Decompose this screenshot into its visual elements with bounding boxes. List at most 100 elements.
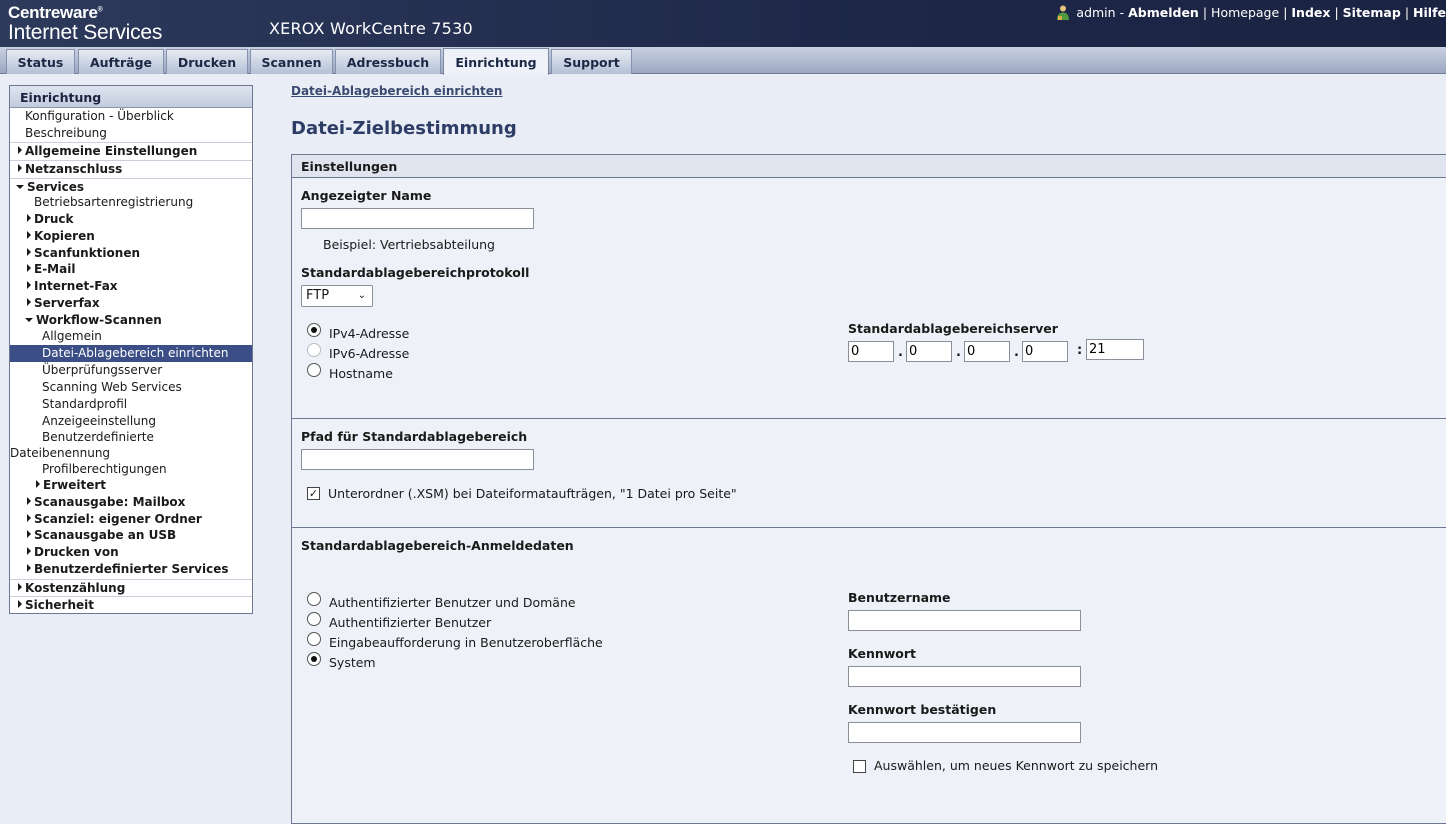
sidebar-item-label: Scanfunktionen [34, 246, 141, 260]
ipv4-label: IPv4-Adresse [329, 326, 410, 341]
tab-einrichtung[interactable]: Einrichtung [443, 48, 549, 75]
user-dash: - [1119, 4, 1125, 20]
tab-auftraege[interactable]: Aufträge [78, 49, 164, 74]
sidebar-item-standardprofil[interactable]: Standardprofil [10, 396, 252, 413]
sidebar-item-anzeigeeinstellung[interactable]: Anzeigeeinstellung [10, 413, 252, 430]
protocol-label: Standardablagebereichprotokoll [301, 265, 530, 280]
password-label: Kennwort [848, 646, 917, 661]
sidebar-item-drucken-von[interactable]: Drucken von [10, 545, 252, 562]
auth-user-radio[interactable] [307, 612, 321, 626]
sidebar-item-label: Scanausgabe: Mailbox [34, 495, 186, 509]
sidebar-item-benutzerdefinierte[interactable]: Benutzerdefinierte [10, 430, 252, 447]
sidebar-item-label: Konfiguration - Überblick [25, 109, 174, 123]
sidebar-item-allgemeine-einstellungen[interactable]: Allgemeine Einstellungen [10, 142, 252, 159]
sidebar-item-benutzerdefinierter-services[interactable]: Benutzerdefinierter Services [10, 562, 252, 579]
system-radio[interactable] [307, 652, 321, 666]
main-tabs: Status Aufträge Drucken Scannen Adressbu… [0, 47, 1446, 75]
sidebar-item-profilberechtigungen[interactable]: Profilberechtigungen [10, 462, 252, 479]
index-link[interactable]: Index [1291, 5, 1330, 20]
ip-octet-3-input[interactable] [964, 341, 1010, 362]
sidebar-item-konfiguration[interactable]: Konfiguration - Überblick [10, 108, 252, 125]
sidebar-item-datei-ablagebereich[interactable]: Datei-Ablagebereich einrichten [10, 345, 252, 362]
sidebar-item-serverfax[interactable]: Serverfax [10, 296, 252, 313]
sidebar-item-kostenzaehlung[interactable]: Kostenzählung [10, 579, 252, 596]
sidebar-item-email[interactable]: E-Mail [10, 262, 252, 279]
help-link[interactable]: Hilfe [1413, 5, 1446, 20]
tab-adressbuch[interactable]: Adressbuch [335, 49, 441, 74]
centreware-logo: Centreware® Internet Services [8, 4, 162, 43]
ip-octet-4-input[interactable] [1022, 341, 1068, 362]
hostname-radio[interactable] [307, 363, 321, 377]
username-input[interactable] [848, 610, 1081, 631]
chevron-down-icon: ⌄ [357, 290, 366, 301]
sidebar-item-scanfunktionen[interactable]: Scanfunktionen [10, 246, 252, 263]
prompt-ui-radio[interactable] [307, 632, 321, 646]
sidebar-item-label: Druck [34, 212, 74, 226]
tab-scannen[interactable]: Scannen [250, 49, 333, 74]
prompt-ui-label: Eingabeaufforderung in Benutzeroberfläch… [329, 635, 603, 650]
sidebar-item-label: Scanziel: eigener Ordner [34, 512, 202, 526]
ipv4-radio[interactable] [307, 323, 321, 337]
sidebar-item-label: Benutzerdefinierter Services [34, 562, 229, 576]
sidebar-item-netzanschluss[interactable]: Netzanschluss [10, 160, 252, 177]
sidebar-item-scanning-web-services[interactable]: Scanning Web Services [10, 379, 252, 396]
sidebar-item-label: Workflow-Scannen [36, 313, 162, 327]
sidebar-item-kopieren[interactable]: Kopieren [10, 229, 252, 246]
auth-user-domain-radio[interactable] [307, 592, 321, 606]
tab-status[interactable]: Status [6, 49, 75, 74]
sitemap-link[interactable]: Sitemap [1343, 5, 1401, 20]
sidebar-item-allgemein[interactable]: Allgemein [10, 329, 252, 346]
password-input[interactable] [848, 666, 1081, 687]
sidebar-item-label: Anzeigeeinstellung [42, 414, 156, 428]
sidebar-item-label: Beschreibung [25, 126, 107, 140]
product-name: XEROX WorkCentre 7530 [269, 19, 473, 38]
sidebar-item-betriebsartenregistrierung[interactable]: Betriebsartenregistrierung [10, 195, 252, 212]
sidebar-item-sicherheit[interactable]: Sicherheit [10, 596, 252, 613]
port-input[interactable] [1086, 339, 1144, 360]
ip-dot: . [1014, 345, 1019, 360]
sidebar-item-druck[interactable]: Druck [10, 212, 252, 229]
sidebar-item-ueberpruefungsserver[interactable]: Überprüfungsserver [10, 362, 252, 379]
user-icon [1055, 4, 1071, 20]
sidebar-item-services[interactable]: Services [10, 178, 252, 195]
divider [292, 527, 1446, 528]
sidebar-item-scanausgabe-mailbox[interactable]: Scanausgabe: Mailbox [10, 495, 252, 512]
sidebar-item-erweitert[interactable]: Erweitert [10, 478, 252, 495]
path-label: Pfad für Standardablagebereich [301, 429, 528, 444]
display-name-label: Angezeigter Name [301, 188, 432, 203]
sidebar-item-internet-fax[interactable]: Internet-Fax [10, 279, 252, 296]
sidebar-item-label: Betriebsartenregistrierung [34, 195, 194, 209]
user-name: admin [1076, 4, 1116, 20]
arrow-right-icon [27, 564, 31, 572]
arrow-down-icon [25, 318, 33, 322]
sidebar-item-label: Drucken von [34, 545, 119, 559]
sidebar-item-dateibenennung[interactable]: Dateibenennung [10, 446, 252, 463]
divider [292, 418, 1446, 419]
protocol-select[interactable]: FTP ⌄ [301, 285, 373, 307]
system-label: System [329, 655, 376, 670]
breadcrumb[interactable]: Datei-Ablagebereich einrichten [291, 84, 502, 98]
logout-link[interactable]: Abmelden [1128, 5, 1199, 20]
tab-support[interactable]: Support [551, 49, 632, 74]
path-input[interactable] [301, 449, 534, 470]
ip-octet-1-input[interactable] [848, 341, 894, 362]
sidebar-item-scanziel-ordner[interactable]: Scanziel: eigener Ordner [10, 512, 252, 529]
username-label: Benutzername [848, 590, 951, 605]
ipv6-radio[interactable] [307, 343, 321, 357]
sidebar-item-beschreibung[interactable]: Beschreibung [10, 125, 252, 142]
ipv6-label: IPv6-Adresse [329, 346, 410, 361]
sidebar-item-label: Scanausgabe an USB [34, 528, 177, 542]
display-name-input[interactable] [301, 208, 534, 229]
save-password-checkbox[interactable] [853, 760, 866, 773]
homepage-link[interactable]: Homepage [1211, 5, 1279, 20]
tab-drucken[interactable]: Drucken [166, 49, 248, 74]
protocol-value: FTP [306, 288, 330, 303]
sidebar-item-workflow-scannen[interactable]: Workflow-Scannen [10, 313, 252, 330]
sidebar-item-label: Allgemein [42, 329, 102, 343]
subfolder-checkbox[interactable]: ✓ [307, 487, 320, 500]
password-confirm-input[interactable] [848, 722, 1081, 743]
ip-octet-2-input[interactable] [906, 341, 952, 362]
sidebar-item-label: Überprüfungsserver [42, 363, 163, 377]
sidebar-item-scanausgabe-usb[interactable]: Scanausgabe an USB [10, 528, 252, 545]
arrow-right-icon [36, 480, 40, 488]
